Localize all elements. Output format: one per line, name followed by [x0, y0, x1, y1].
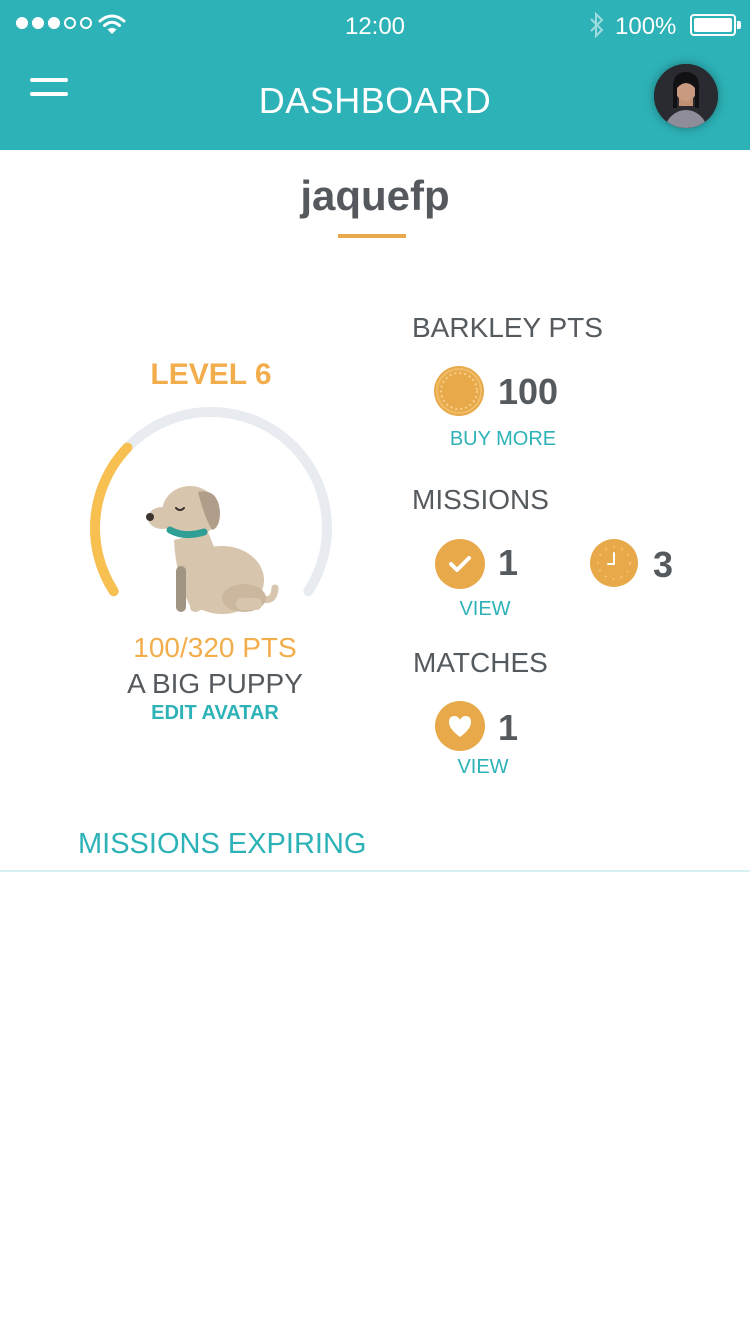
username-underline [338, 234, 406, 238]
username: jaquefp [300, 172, 450, 219]
battery-icon [690, 14, 741, 36]
missions-expiring-heading: MISSIONS EXPIRING [78, 828, 367, 860]
status-bar: 12:00 100% [0, 0, 750, 52]
page-title: DASHBOARD [258, 80, 492, 121]
matches-value: 1 [498, 707, 519, 748]
buy-more-link[interactable]: BUY MORE [440, 428, 566, 451]
missions-view-link[interactable]: VIEW [440, 598, 530, 621]
section-divider [0, 870, 750, 872]
barkley-pts-value: 100 [498, 371, 559, 412]
check-icon [435, 539, 485, 589]
clock-icon [590, 539, 638, 587]
points-progress: 100/320 PTS [133, 632, 297, 663]
battery-percent: 100% [615, 13, 677, 40]
coin-icon [434, 366, 484, 416]
missions-completed-value: 1 [498, 542, 519, 583]
missions-pending-value: 3 [653, 544, 674, 585]
level-progress-gauge [90, 407, 332, 614]
app-header: 12:00 100% DASHBOARD [0, 0, 750, 150]
barkley-pts-label: BARKLEY PTS [412, 312, 603, 343]
matches-view-link[interactable]: VIEW [438, 756, 528, 779]
puppy-icon [146, 486, 279, 614]
edit-avatar-link[interactable]: EDIT AVATAR [84, 702, 346, 725]
heart-icon [435, 701, 485, 751]
missions-label: MISSIONS [412, 484, 549, 515]
profile-photo-icon [654, 64, 718, 128]
matches-label: MATCHES [413, 647, 548, 678]
profile-avatar[interactable] [654, 64, 718, 128]
avatar-name: A BIG PUPPY [127, 668, 303, 699]
bluetooth-icon [590, 12, 604, 38]
gauge-progress-fill [90, 442, 133, 597]
level-label: LEVEL 6 [150, 358, 272, 391]
